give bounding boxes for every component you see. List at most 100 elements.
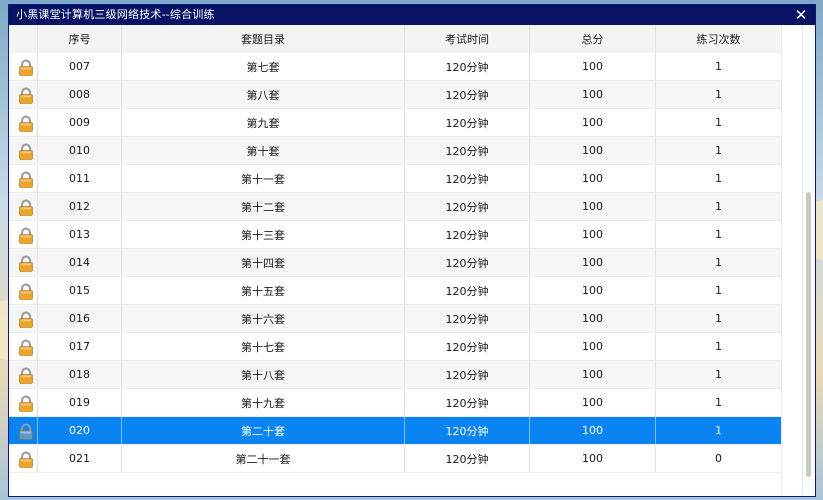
table-row[interactable]: 008 第八套 120分钟 100 1 — [9, 81, 781, 109]
row-number: 012 — [37, 193, 121, 220]
row-total-score: 100 — [529, 361, 655, 388]
practice-window: 小黑课堂计算机三级网络技术--综合训练 ✕ 序号 套题目录 考试时间 总分 练习… — [8, 4, 816, 497]
row-practice-count: 1 — [655, 249, 781, 276]
table-row[interactable]: 019 第十九套 120分钟 100 1 — [9, 389, 781, 417]
row-number: 007 — [37, 53, 121, 80]
row-icon-cell — [9, 165, 37, 192]
row-practice-count: 0 — [655, 445, 781, 472]
row-number: 018 — [37, 361, 121, 388]
header-total-score[interactable]: 总分 — [529, 25, 655, 53]
row-icon-cell — [9, 249, 37, 276]
exam-table: 序号 套题目录 考试时间 总分 练习次数 007 第七套 120分钟 100 1 008 第… — [9, 25, 781, 496]
row-icon-cell — [9, 445, 37, 472]
header-exam-time[interactable]: 考试时间 — [404, 25, 529, 53]
row-exam-time: 120分钟 — [404, 389, 529, 416]
lock-icon — [19, 87, 33, 104]
table-row[interactable]: 010 第十套 120分钟 100 1 — [9, 137, 781, 165]
row-set-name: 第十一套 — [121, 165, 404, 192]
row-set-name: 第十八套 — [121, 361, 404, 388]
row-number: 013 — [37, 221, 121, 248]
row-icon-cell — [9, 333, 37, 360]
scroll-thumb[interactable] — [806, 192, 811, 477]
row-total-score: 100 — [529, 305, 655, 332]
row-set-name: 第十七套 — [121, 333, 404, 360]
lock-icon — [19, 171, 33, 188]
header-number[interactable]: 序号 — [37, 25, 121, 53]
row-exam-time: 120分钟 — [404, 193, 529, 220]
row-number: 021 — [37, 445, 121, 472]
row-icon-cell — [9, 137, 37, 164]
row-icon-cell — [9, 389, 37, 416]
lock-icon — [19, 451, 33, 468]
row-set-name: 第二十套 — [121, 417, 404, 444]
table-row[interactable]: 021 第二十一套 120分钟 100 0 — [9, 445, 781, 473]
row-icon-cell — [9, 193, 37, 220]
table-row[interactable]: 009 第九套 120分钟 100 1 — [9, 109, 781, 137]
row-exam-time: 120分钟 — [404, 81, 529, 108]
row-number: 014 — [37, 249, 121, 276]
table-row[interactable]: 017 第十七套 120分钟 100 1 — [9, 333, 781, 361]
table-row[interactable]: 016 第十六套 120分钟 100 1 — [9, 305, 781, 333]
row-total-score: 100 — [529, 389, 655, 416]
row-number: 015 — [37, 277, 121, 304]
table-row[interactable]: 012 第十二套 120分钟 100 1 — [9, 193, 781, 221]
table-header: 序号 套题目录 考试时间 总分 练习次数 — [9, 25, 781, 54]
row-set-name: 第十五套 — [121, 277, 404, 304]
row-set-name: 第十二套 — [121, 193, 404, 220]
lock-icon — [19, 423, 33, 440]
row-practice-count: 1 — [655, 361, 781, 388]
row-exam-time: 120分钟 — [404, 249, 529, 276]
title-bar[interactable]: 小黑课堂计算机三级网络技术--综合训练 ✕ — [9, 5, 815, 25]
row-icon-cell — [9, 305, 37, 332]
header-set-name[interactable]: 套题目录 — [121, 25, 404, 53]
row-exam-time: 120分钟 — [404, 165, 529, 192]
row-practice-count: 1 — [655, 109, 781, 136]
lock-icon — [19, 227, 33, 244]
row-total-score: 100 — [529, 333, 655, 360]
row-number: 010 — [37, 137, 121, 164]
row-number: 016 — [37, 305, 121, 332]
table-row[interactable]: 015 第十五套 120分钟 100 1 — [9, 277, 781, 305]
row-number: 019 — [37, 389, 121, 416]
table-row[interactable]: 014 第十四套 120分钟 100 1 — [9, 249, 781, 277]
table-row[interactable]: 020 第二十套 120分钟 100 1 — [9, 417, 781, 445]
close-button[interactable]: ✕ — [793, 7, 809, 23]
row-exam-time: 120分钟 — [404, 417, 529, 444]
lock-icon — [19, 199, 33, 216]
row-practice-count: 1 — [655, 333, 781, 360]
row-practice-count: 1 — [655, 221, 781, 248]
row-icon-cell — [9, 361, 37, 388]
lock-icon — [19, 339, 33, 356]
row-total-score: 100 — [529, 137, 655, 164]
row-exam-time: 120分钟 — [404, 333, 529, 360]
row-exam-time: 120分钟 — [404, 277, 529, 304]
row-icon-cell — [9, 109, 37, 136]
table-row[interactable]: 011 第十一套 120分钟 100 1 — [9, 165, 781, 193]
row-icon-cell — [9, 277, 37, 304]
lock-icon — [19, 395, 33, 412]
row-total-score: 100 — [529, 221, 655, 248]
row-number: 011 — [37, 165, 121, 192]
row-exam-time: 120分钟 — [404, 109, 529, 136]
row-set-name: 第十六套 — [121, 305, 404, 332]
row-exam-time: 120分钟 — [404, 305, 529, 332]
row-set-name: 第十三套 — [121, 221, 404, 248]
row-practice-count: 1 — [655, 305, 781, 332]
header-practice-count[interactable]: 练习次数 — [655, 25, 781, 53]
row-icon-cell — [9, 417, 37, 444]
row-set-name: 第十四套 — [121, 249, 404, 276]
lock-icon — [19, 143, 33, 160]
row-total-score: 100 — [529, 445, 655, 472]
vertical-scrollbar[interactable] — [802, 25, 815, 496]
row-total-score: 100 — [529, 165, 655, 192]
row-icon-cell — [9, 53, 37, 80]
table-row[interactable]: 007 第七套 120分钟 100 1 — [9, 53, 781, 81]
lock-icon — [19, 367, 33, 384]
row-practice-count: 1 — [655, 137, 781, 164]
row-set-name: 第二十一套 — [121, 445, 404, 472]
row-practice-count: 1 — [655, 53, 781, 80]
table-row[interactable]: 013 第十三套 120分钟 100 1 — [9, 221, 781, 249]
table-row[interactable]: 018 第十八套 120分钟 100 1 — [9, 361, 781, 389]
lock-icon — [19, 115, 33, 132]
window-title: 小黑课堂计算机三级网络技术--综合训练 — [16, 8, 215, 21]
